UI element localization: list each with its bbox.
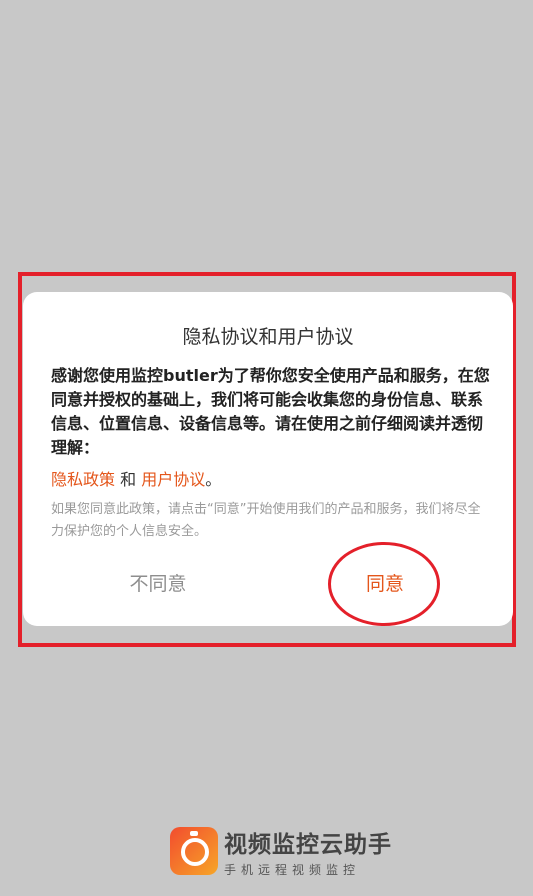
policy-links: 隐私政策 和 用户协议。 xyxy=(51,466,221,490)
dialog-title: 隐私协议和用户协议 xyxy=(182,326,354,348)
consent-note: 如果您同意此政策，请点击“同意”开始使用我们的产品和服务，我们将尽全力保护您的个… xyxy=(51,502,481,539)
period-text: 。 xyxy=(205,470,222,489)
privacy-policy-link[interactable]: 隐私政策 xyxy=(51,470,115,489)
app-branding: 视频监控云助手 手机远程视频监控 xyxy=(170,826,392,877)
app-name: 视频监控云助手 xyxy=(224,831,392,858)
privacy-agreement-dialog: 隐私协议和用户协议 感谢您使用监控butler为了帮你您安全使用产品和服务，在您… xyxy=(23,292,513,626)
app-slogan: 手机远程视频监控 xyxy=(224,862,361,877)
camera-logo-icon xyxy=(170,827,218,875)
agree-button[interactable]: 同意 xyxy=(315,564,455,604)
decline-button[interactable]: 不同意 xyxy=(88,564,228,604)
and-text: 和 xyxy=(115,470,142,489)
user-agreement-link[interactable]: 用户协议 xyxy=(141,470,205,489)
dialog-body-text: 感谢您使用监控butler为了帮你您安全使用产品和服务，在您同意并授权的基础上，… xyxy=(51,366,490,457)
